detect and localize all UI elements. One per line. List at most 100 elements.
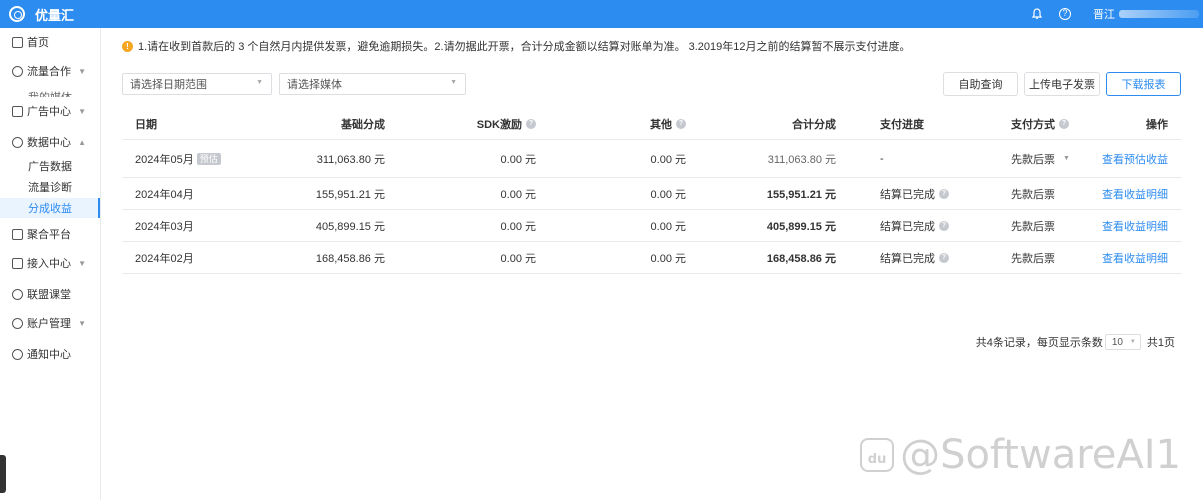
cell-date: 2024年03月: [135, 220, 194, 233]
aggregate-icon: [12, 228, 23, 240]
sidebar-item-label: 聚合平台: [27, 229, 71, 241]
sidebar-subitem-my-media[interactable]: 我的媒体: [0, 89, 100, 97]
page-size-value: 10: [1111, 336, 1123, 348]
chevron-down-icon: ▼: [450, 79, 457, 86]
header-action: 操作: [1146, 118, 1168, 131]
sidebar-item-aggregate[interactable]: 聚合平台: [0, 223, 100, 245]
view-estimate-link[interactable]: 查看预估收益: [1102, 140, 1168, 177]
chevron-up-icon: ▲: [78, 137, 86, 147]
cell-base-share: 405,899.15 元: [315, 220, 385, 233]
cell-total-share: 155,951.21 元: [766, 188, 836, 201]
sidebar-item-label: 联盟课堂: [27, 289, 71, 301]
home-icon: [12, 36, 23, 48]
cell-date: 2024年02月: [135, 252, 194, 265]
account-icon: [12, 317, 23, 329]
sidebar-item-data-center[interactable]: 数据中心 ▲: [0, 131, 100, 153]
upload-invoice-button[interactable]: 上传电子发票: [1024, 72, 1100, 96]
cell-pay-progress: 结算已完成?: [880, 242, 949, 273]
help-icon[interactable]: ?: [676, 118, 686, 129]
cell-sdk-incentive: 0.00 元: [500, 188, 536, 201]
sidebar-item-home[interactable]: 首页: [0, 31, 100, 53]
cell-other: 0.00 元: [650, 153, 686, 166]
watermark: du @SoftwareAI1: [860, 432, 1181, 478]
notice-bar: ! 1.请在收到首款后的 3 个自然月内提供发票，避免逾期损失。2.请勿据此开票…: [122, 38, 911, 54]
table-row: 2024年03月 405,899.15 元 0.00 元 0.00 元 405,…: [122, 210, 1182, 242]
sidebar-subitem-ad-data[interactable]: 广告数据: [0, 156, 100, 176]
help-icon[interactable]: ?: [526, 118, 536, 129]
chevron-down-icon: ▼: [78, 318, 86, 328]
drag-handle[interactable]: [0, 455, 6, 493]
chevron-down-icon: ▼: [1129, 339, 1136, 345]
row-progress: 结算已完成: [880, 252, 935, 265]
sidebar: 首页 流量合作 ▼ 我的媒体 广告中心 ▼ 数据中心 ▲ 广告数据 流量诊断 分…: [0, 28, 101, 500]
sidebar-subitem-revenue-share[interactable]: 分成收益: [0, 198, 100, 218]
row-date: 2024年05月: [135, 153, 194, 166]
traffic-icon: [12, 65, 23, 77]
cell-pay-method: 先款后票: [1011, 220, 1055, 233]
bell-icon[interactable]: [1031, 8, 1043, 20]
sidebar-item-traffic[interactable]: 流量合作 ▼: [0, 60, 100, 82]
chevron-down-icon: ▼: [256, 79, 263, 86]
sidebar-item-account[interactable]: 账户管理 ▼: [0, 312, 100, 334]
sidebar-item-access[interactable]: 接入中心 ▼: [0, 252, 100, 274]
header-total-share: 合计分成: [792, 118, 836, 131]
cell-pay-method: 先款后票: [1011, 252, 1055, 265]
help-icon[interactable]: ?: [939, 220, 949, 231]
sidebar-item-label: 广告中心: [27, 106, 71, 118]
warning-icon: !: [122, 40, 133, 52]
media-placeholder: 请选择媒体: [287, 79, 342, 91]
cell-pay-progress: -: [880, 152, 884, 165]
ad-icon: [12, 105, 23, 117]
header-date: 日期: [135, 118, 157, 131]
sidebar-item-label: 通知中心: [27, 349, 71, 361]
header-sdk-incentive: SDK激励?: [422, 108, 536, 139]
sidebar-item-notify[interactable]: 通知中心: [0, 343, 100, 365]
chevron-down-icon: ▼: [78, 258, 86, 268]
help-icon[interactable]: ?: [1059, 118, 1069, 129]
self-query-button[interactable]: 自助查询: [943, 72, 1018, 96]
help-icon[interactable]: ?: [939, 188, 949, 199]
help-icon[interactable]: ?: [939, 252, 949, 263]
help-icon[interactable]: ?: [1059, 8, 1071, 20]
top-right-toolbar: ? 晋江: [1031, 0, 1203, 28]
revenue-table: 日期 基础分成 SDK激励? 其他? 合计分成 支付进度 支付方式? 操作 20…: [122, 108, 1182, 274]
cell-base-share: 311,063.80 元: [316, 153, 385, 166]
chevron-down-icon: ▼: [78, 66, 86, 76]
sidebar-item-ad-center[interactable]: 广告中心 ▼: [0, 100, 100, 122]
cell-total-share: 168,458.86 元: [766, 252, 836, 265]
header-other: 其他?: [572, 108, 686, 139]
pagination: 共4条记录，每页显示条数 10 ▼ 共1页: [976, 334, 1175, 350]
cell-total-share: 311,063.80 元: [767, 153, 836, 166]
download-report-button[interactable]: 下载报表: [1106, 72, 1181, 96]
cell-sdk-incentive: 0.00 元: [500, 153, 536, 166]
cell-pay-method: 先款后票: [1011, 188, 1055, 201]
logo-icon: [9, 6, 25, 22]
cell-date: 2024年04月: [135, 188, 194, 201]
cell-total-share: 405,899.15 元: [766, 220, 836, 233]
data-icon: [12, 136, 23, 148]
cell-sdk-incentive: 0.00 元: [500, 252, 536, 265]
sidebar-item-label: 接入中心: [27, 258, 71, 270]
chevron-down-icon: ▼: [78, 106, 86, 116]
brand-name: 优量汇: [35, 7, 75, 23]
user-name: 晋江: [1093, 9, 1115, 21]
user-menu[interactable]: 晋江: [1093, 6, 1203, 22]
sidebar-item-label: 数据中心: [27, 137, 71, 149]
media-select[interactable]: 请选择媒体 ▼: [279, 73, 466, 95]
paw-logo-icon: du: [860, 438, 895, 472]
estimate-badge: 预估: [196, 152, 221, 165]
pagination-total: 共4条记录，每页显示条数: [975, 337, 1103, 349]
date-range-select[interactable]: 请选择日期范围 ▼: [122, 73, 272, 95]
view-detail-link[interactable]: 查看收益明细: [1102, 242, 1168, 273]
sidebar-subitem-traffic-diagnosis[interactable]: 流量诊断: [0, 177, 100, 197]
notify-icon: [12, 348, 23, 360]
cell-pay-method[interactable]: 先款后票 ▼: [1011, 140, 1070, 177]
sidebar-item-classroom[interactable]: 联盟课堂: [0, 283, 100, 305]
page-size-select[interactable]: 10 ▼: [1104, 334, 1141, 350]
view-detail-link[interactable]: 查看收益明细: [1102, 210, 1168, 241]
cell-pay-progress: 结算已完成?: [880, 210, 949, 241]
view-detail-link[interactable]: 查看收益明细: [1102, 178, 1168, 209]
notice-text: 1.请在收到首款后的 3 个自然月内提供发票，避免逾期损失。2.请勿据此开票，合…: [138, 41, 911, 53]
sidebar-item-label: 流量合作: [27, 66, 71, 78]
cell-base-share: 155,951.21 元: [315, 188, 385, 201]
